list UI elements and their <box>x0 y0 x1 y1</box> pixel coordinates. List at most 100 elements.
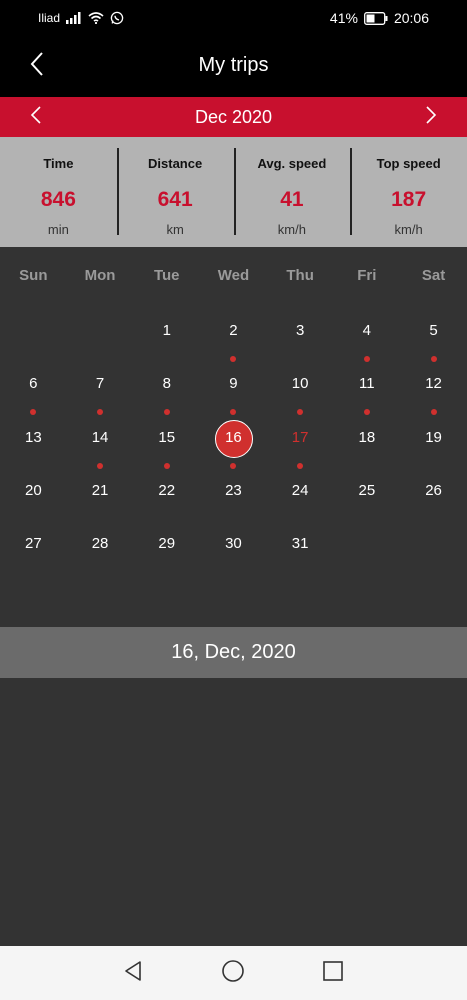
weekday-label: Tue <box>153 267 180 284</box>
day-number-text: 3 <box>295 322 305 339</box>
calendar-day[interactable]: 12 <box>400 366 467 418</box>
calendar-day[interactable]: 18 <box>334 420 401 472</box>
calendar-day[interactable]: 9 <box>200 366 267 418</box>
calendar-day[interactable]: 28 <box>67 526 134 578</box>
calendar-day[interactable]: 20 <box>0 473 67 525</box>
calendar-day[interactable]: 7 <box>67 366 134 418</box>
nav-home-button[interactable] <box>220 959 246 986</box>
day-number-text: 2 <box>229 322 238 339</box>
calendar-day[interactable]: 8 <box>133 366 200 418</box>
stat-top-speed: Top speed 187 km/h <box>350 137 467 247</box>
next-month-button[interactable] <box>417 103 445 131</box>
day-number-text: 4 <box>362 322 372 339</box>
trip-indicator-dot <box>297 462 304 469</box>
day-number: 2 <box>200 313 267 349</box>
day-number: 13 <box>0 420 67 456</box>
day-number-text: 24 <box>291 481 309 499</box>
calendar-day[interactable]: 3 <box>267 313 334 365</box>
stat-time: Time 846 min <box>0 137 117 247</box>
day-number-text: 14 <box>91 428 109 446</box>
calendar-day[interactable]: 1 <box>133 313 200 365</box>
day-number: 19 <box>400 420 467 456</box>
status-right: 41% 20:06 <box>330 10 429 26</box>
calendar-day[interactable]: 30 <box>200 526 267 578</box>
calendar-day[interactable]: 4 <box>334 313 401 365</box>
trip-indicator-dot <box>297 409 304 416</box>
day-number-text: 9 <box>229 375 238 393</box>
recents-square-icon <box>322 960 344 987</box>
calendar-day[interactable]: 24 <box>267 473 334 525</box>
calendar-day[interactable]: 15 <box>133 420 200 472</box>
trip-indicator-dot <box>430 409 437 416</box>
day-number: 8 <box>133 366 200 402</box>
day-number-text: 26 <box>425 481 442 499</box>
day-number-text: 22 <box>158 481 176 499</box>
calendar-day[interactable]: 11 <box>334 366 401 418</box>
calendar-day[interactable]: 17 <box>267 420 334 472</box>
day-number-text: 31 <box>291 535 309 553</box>
chevron-right-icon <box>425 105 437 129</box>
day-number-text: 10 <box>291 375 309 393</box>
day-number-text: 18 <box>358 428 376 446</box>
trip-indicator-dot <box>363 356 370 362</box>
day-number: 20 <box>0 473 67 509</box>
stat-unit: km/h <box>394 222 423 237</box>
day-number: 28 <box>67 526 134 562</box>
trip-indicator-dot <box>430 356 437 362</box>
calendar-day[interactable]: 5 <box>400 313 467 365</box>
calendar-day[interactable]: 27 <box>0 526 67 578</box>
app-header: My trips <box>0 36 467 97</box>
day-number-text: 6 <box>29 375 38 393</box>
stat-value: 641 <box>157 188 193 211</box>
calendar-day[interactable]: 6 <box>0 366 67 418</box>
trip-indicator-dot <box>163 462 170 469</box>
calendar-day[interactable]: 26 <box>400 473 467 525</box>
day-number: 31 <box>267 526 334 562</box>
calendar-day[interactable]: 25 <box>334 473 401 525</box>
nav-recents-button[interactable] <box>320 960 346 986</box>
calendar-day[interactable]: 22 <box>133 473 200 525</box>
month-label: Dec 2020 <box>194 107 273 127</box>
nav-back-button[interactable] <box>120 960 146 986</box>
day-number-text: 30 <box>225 535 242 553</box>
day-number: 21 <box>67 473 134 509</box>
calendar-day[interactable]: 29 <box>133 526 200 578</box>
day-number: 12 <box>400 366 467 402</box>
stat-label: Top speed <box>376 156 441 171</box>
calendar-day[interactable]: 23 <box>200 473 267 525</box>
day-number: 16 <box>200 419 267 458</box>
day-number: 22 <box>133 473 200 509</box>
stat-value: 41 <box>280 188 304 211</box>
status-left: Iliad <box>38 11 124 25</box>
calendar-day[interactable]: 16 <box>200 419 267 472</box>
stat-unit: min <box>47 222 69 237</box>
selected-date-bar: 16, Dec, 2020 <box>0 627 467 678</box>
calendar-day[interactable]: 19 <box>400 420 467 472</box>
day-number-text: 11 <box>359 375 375 393</box>
day-number: 18 <box>334 420 401 456</box>
day-number-text: 7 <box>95 375 105 393</box>
day-number: 10 <box>267 366 334 402</box>
calendar-day[interactable]: 21 <box>67 473 134 525</box>
day-number: 26 <box>400 473 467 509</box>
stat-label: Time <box>43 156 74 171</box>
stat-value: 846 <box>40 188 76 211</box>
calendar-day[interactable]: 31 <box>267 526 334 578</box>
day-number-text: 13 <box>25 428 42 446</box>
day-number: 11 <box>334 366 401 402</box>
calendar-day[interactable]: 2 <box>200 313 267 365</box>
system-nav-bar <box>0 946 467 1000</box>
page-title: My trips <box>198 54 269 76</box>
calendar-day[interactable]: 13 <box>0 420 67 472</box>
day-number: 25 <box>334 473 401 509</box>
day-number: 9 <box>200 366 267 402</box>
calendar-day[interactable]: 10 <box>267 366 334 418</box>
day-number-text: 1 <box>162 322 171 339</box>
day-number: 17 <box>267 420 334 456</box>
day-number-text: 12 <box>425 375 442 393</box>
calendar-day[interactable]: 14 <box>67 420 134 472</box>
day-number: 5 <box>400 313 467 349</box>
day-number: 23 <box>200 473 267 509</box>
battery-icon <box>364 11 388 25</box>
day-number: 27 <box>0 526 67 562</box>
